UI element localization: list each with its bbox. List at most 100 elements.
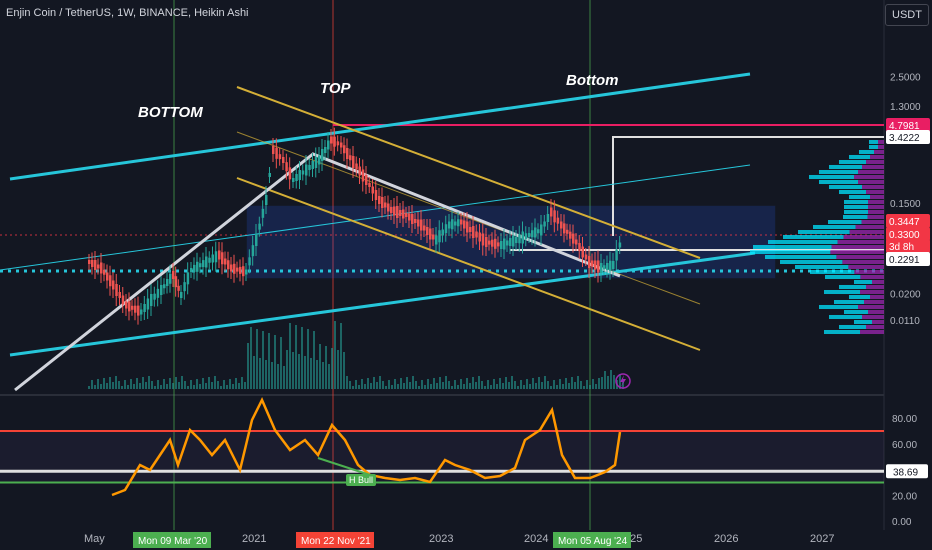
volume-profile-bar bbox=[870, 195, 884, 199]
candle bbox=[261, 208, 265, 218]
volume-bar bbox=[196, 379, 198, 389]
volume-bar bbox=[367, 378, 369, 389]
volume-bar bbox=[613, 375, 615, 389]
volume-bar bbox=[442, 382, 444, 389]
volume-bar bbox=[172, 383, 174, 389]
annotation-top: TOP bbox=[320, 80, 351, 97]
candle bbox=[550, 207, 553, 217]
volume-profile-bar bbox=[854, 270, 884, 274]
candle bbox=[615, 249, 618, 261]
volume-profile-bar bbox=[844, 200, 868, 204]
volume-profile-bar bbox=[848, 265, 884, 269]
volume-profile-bar bbox=[836, 255, 884, 259]
volume-bar bbox=[118, 381, 120, 389]
volume-bar bbox=[487, 380, 489, 389]
candle bbox=[186, 272, 190, 285]
candle bbox=[153, 293, 156, 300]
candle bbox=[214, 251, 218, 263]
volume-bar bbox=[511, 376, 513, 389]
volume-bar bbox=[571, 377, 573, 389]
candle bbox=[457, 219, 460, 227]
candle bbox=[233, 263, 236, 274]
candle bbox=[485, 237, 488, 247]
candle bbox=[327, 140, 330, 150]
candle bbox=[584, 254, 588, 260]
candle bbox=[556, 217, 560, 224]
candle bbox=[174, 276, 178, 288]
price-label-text: 3d 8h bbox=[889, 242, 914, 253]
volume-bar bbox=[445, 376, 447, 389]
volume-bar bbox=[268, 333, 270, 389]
volume-bar bbox=[412, 376, 414, 389]
candle bbox=[109, 275, 112, 287]
candle bbox=[534, 227, 537, 238]
volume-bar bbox=[280, 337, 282, 389]
volume-bar bbox=[346, 376, 348, 389]
volume-profile-bar bbox=[858, 305, 884, 309]
candle bbox=[301, 170, 305, 175]
candle bbox=[333, 136, 336, 147]
candle bbox=[531, 230, 534, 238]
volume-bar bbox=[238, 383, 240, 389]
candle bbox=[272, 146, 275, 154]
volume-bar bbox=[247, 343, 249, 389]
volume-bar bbox=[523, 385, 525, 389]
rsi-current-label: 38.69 bbox=[893, 467, 918, 478]
candle bbox=[575, 239, 578, 245]
volume-bar bbox=[610, 370, 612, 389]
volume-bar bbox=[457, 385, 459, 389]
volume-bar bbox=[97, 379, 99, 389]
volume-profile-bar bbox=[829, 315, 862, 319]
candle bbox=[597, 260, 600, 273]
volume-profile-bar bbox=[872, 280, 884, 284]
price-axis-tick: 1.3000 bbox=[890, 102, 921, 113]
candle bbox=[546, 214, 550, 222]
chart-canvas[interactable]: 40.000020.000010.00002.50001.30000.70000… bbox=[0, 0, 932, 550]
candle bbox=[405, 213, 408, 217]
volume-bar bbox=[403, 383, 405, 389]
candle bbox=[454, 221, 457, 226]
candle bbox=[475, 231, 478, 238]
candle bbox=[402, 209, 405, 219]
volume-bar bbox=[226, 385, 228, 389]
volume-bar bbox=[112, 382, 114, 389]
candle bbox=[572, 233, 575, 244]
volume-profile-bar bbox=[854, 175, 884, 179]
volume-bar bbox=[337, 350, 339, 389]
volume-bar bbox=[232, 384, 234, 389]
candle bbox=[169, 273, 172, 284]
candle bbox=[537, 229, 540, 234]
candle bbox=[88, 260, 91, 264]
volume-bar bbox=[424, 385, 426, 389]
volume-profile-bar bbox=[829, 185, 862, 189]
volume-bar bbox=[169, 378, 171, 389]
volume-profile-bar bbox=[813, 225, 856, 229]
volume-bar bbox=[349, 381, 351, 389]
candle bbox=[218, 250, 221, 260]
volume-profile-bar bbox=[783, 235, 844, 239]
candle bbox=[346, 148, 349, 159]
candle bbox=[308, 165, 311, 170]
volume-bar bbox=[370, 383, 372, 389]
volume-bar bbox=[175, 377, 177, 389]
volume-profile-bar bbox=[843, 215, 868, 219]
volume-bar bbox=[343, 352, 345, 389]
volume-profile-bar bbox=[837, 240, 884, 244]
volume-bar bbox=[286, 350, 288, 389]
volume-bar bbox=[565, 378, 567, 389]
volume-bar bbox=[220, 386, 222, 389]
symbol-title: Enjin Coin / TetherUS, 1W, BINANCE, Heik… bbox=[6, 7, 249, 19]
volume-profile-bar bbox=[870, 295, 884, 299]
candle bbox=[227, 260, 230, 270]
volume-bar bbox=[589, 385, 591, 389]
volume-profile-bar bbox=[854, 280, 872, 284]
volume-profile-bar bbox=[869, 140, 878, 144]
candle bbox=[128, 301, 131, 312]
volume-bar bbox=[568, 383, 570, 389]
currency-button[interactable]: USDT bbox=[885, 4, 929, 26]
candle bbox=[134, 305, 137, 313]
candle bbox=[100, 262, 103, 274]
volume-bar bbox=[91, 380, 93, 389]
candle bbox=[581, 246, 584, 258]
candle bbox=[560, 221, 563, 229]
